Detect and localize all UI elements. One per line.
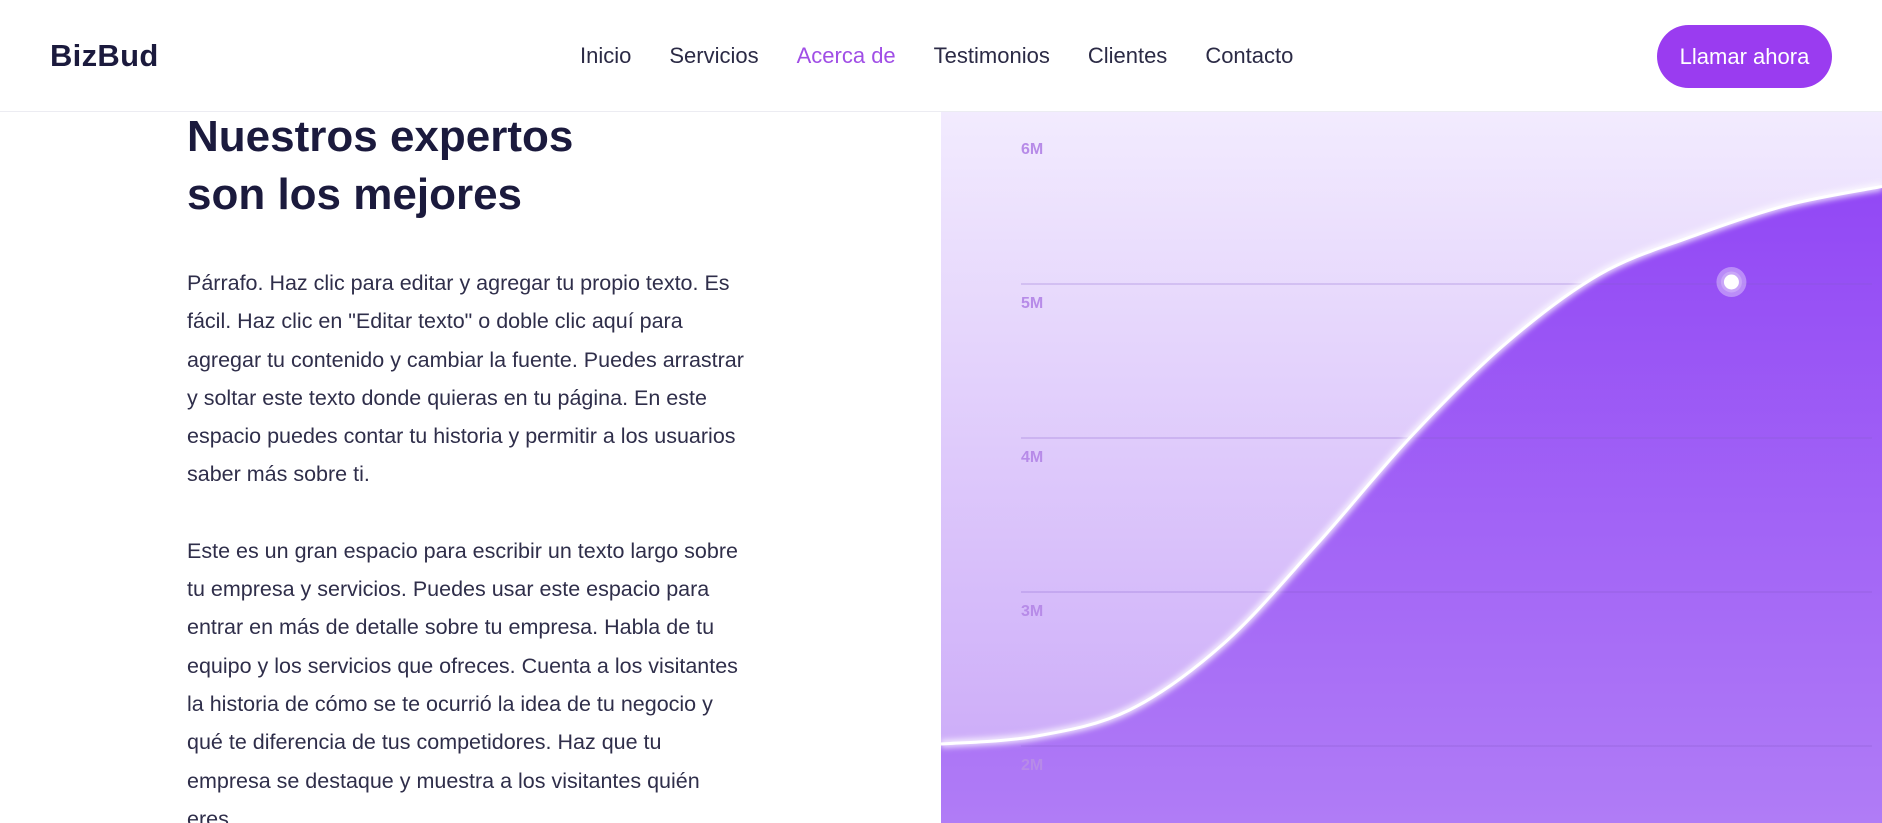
heading-line-2: son los mejores xyxy=(187,170,523,219)
main-nav: Inicio Servicios Acerca de Testimonios C… xyxy=(580,43,1293,69)
paragraph-2: Este es un gran espacio para escribir un… xyxy=(187,538,738,823)
nav-item-inicio[interactable]: Inicio xyxy=(580,43,631,69)
nav-item-acerca-de[interactable]: Acerca de xyxy=(797,43,896,69)
nav-item-servicios[interactable]: Servicios xyxy=(669,43,758,69)
y-tick-label-5m: 5M xyxy=(1021,295,1043,312)
brand-logo[interactable]: BizBud xyxy=(50,38,159,74)
highlight-point xyxy=(1720,271,1742,293)
site-header: BizBud Inicio Servicios Acerca de Testim… xyxy=(0,0,1882,112)
y-tick-label-3m: 3M xyxy=(1021,603,1043,620)
nav-item-clientes[interactable]: Clientes xyxy=(1088,43,1167,69)
chart-svg: 6M 5M 4M 3M 2M xyxy=(941,112,1882,823)
y-tick-label-6m: 6M xyxy=(1021,141,1043,158)
heading-line-1: Nuestros expertos xyxy=(187,112,574,161)
growth-chart: 6M 5M 4M 3M 2M xyxy=(941,112,1882,823)
nav-item-testimonios[interactable]: Testimonios xyxy=(934,43,1050,69)
y-tick-label-4m: 4M xyxy=(1021,449,1043,466)
paragraph-1: Párrafo. Haz clic para editar y agregar … xyxy=(187,271,744,487)
nav-item-contacto[interactable]: Contacto xyxy=(1205,43,1293,69)
section-heading: Nuestros expertos son los mejores xyxy=(187,108,747,224)
y-tick-label-2m: 2M xyxy=(1021,757,1043,774)
call-now-button[interactable]: Llamar ahora xyxy=(1657,25,1832,88)
about-section: Nuestros expertos son los mejores Párraf… xyxy=(187,112,747,823)
